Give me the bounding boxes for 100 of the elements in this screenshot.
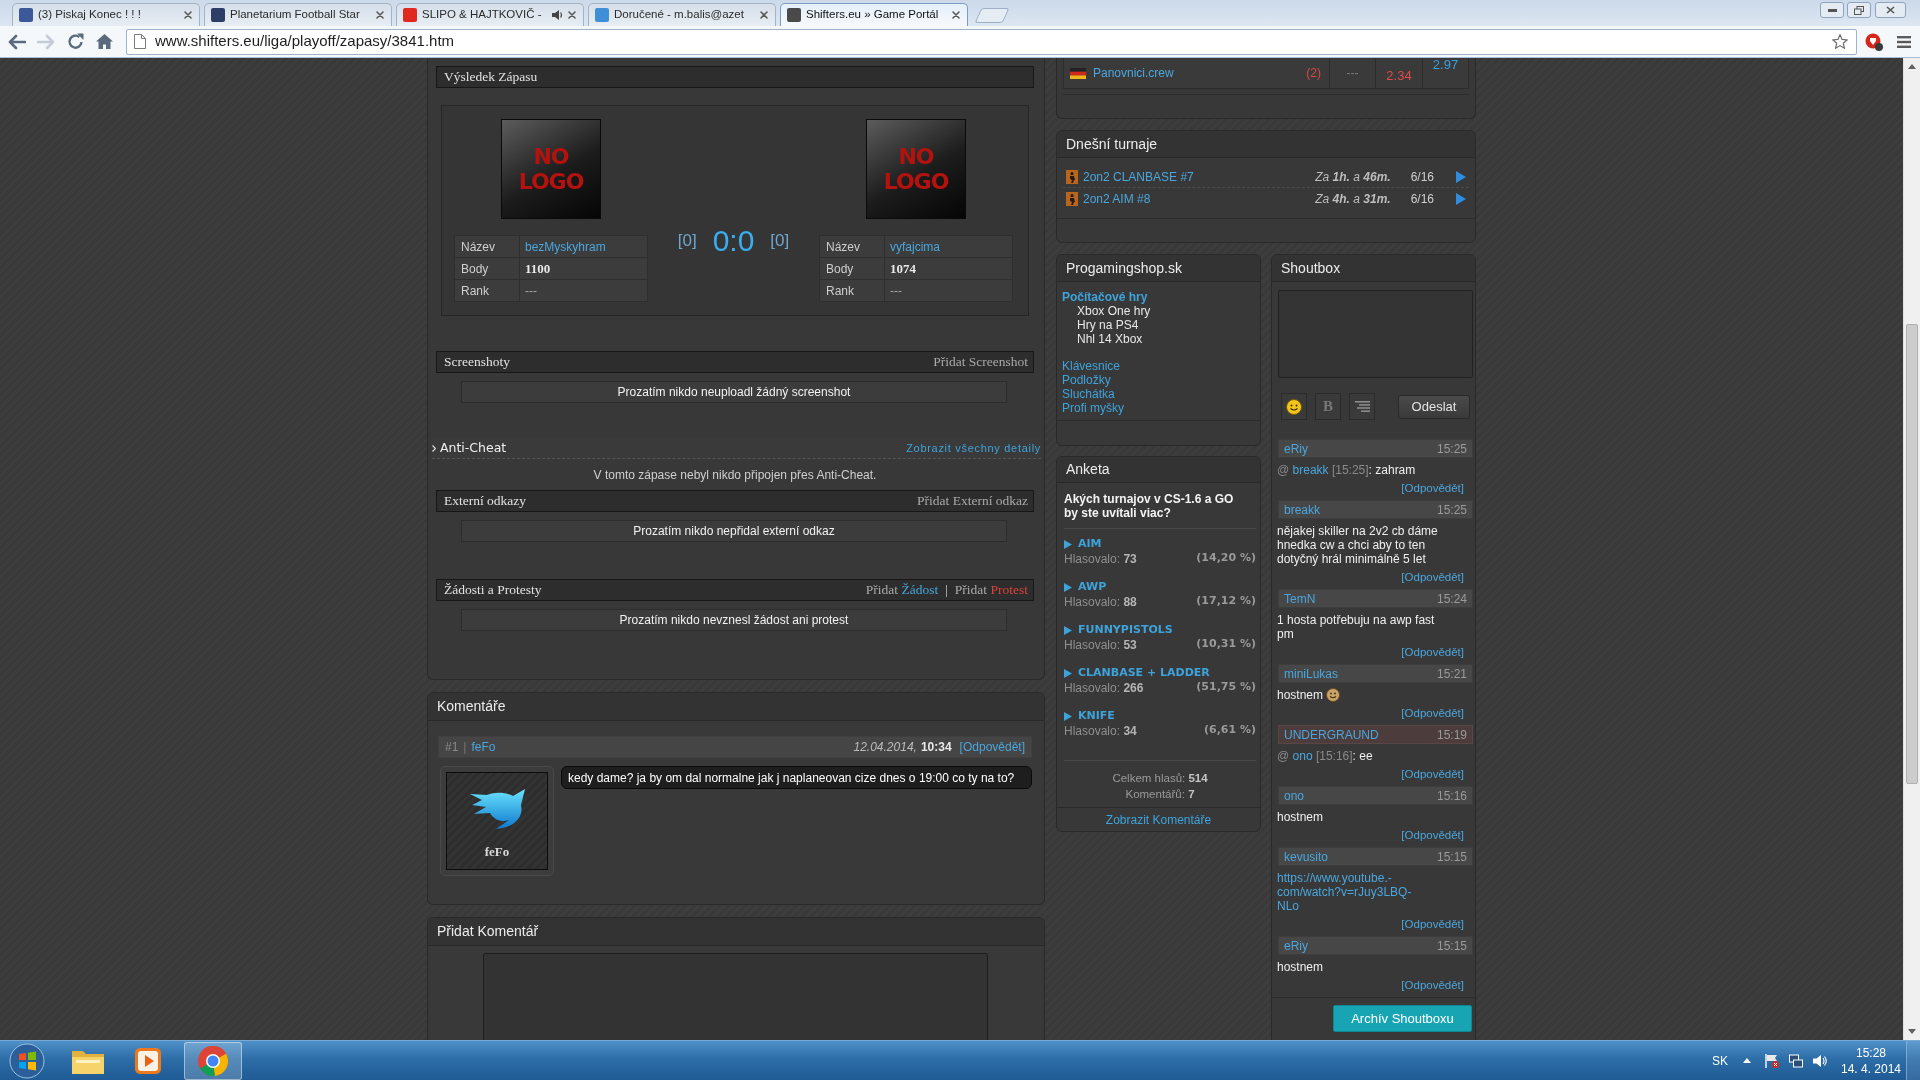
close-button[interactable] [1875, 2, 1906, 18]
arrow-up-icon[interactable] [1743, 1058, 1751, 1063]
tricolor-circle-icon [198, 1045, 228, 1076]
reply-link[interactable]: [Odpovědět] [1401, 917, 1464, 931]
play-icon[interactable] [1456, 193, 1466, 205]
comments-link[interactable]: Zobrazit Komentáře [1105, 810, 1212, 829]
username-link[interactable]: miniLukas [1284, 664, 1339, 683]
scrollbar-thumb[interactable] [1906, 324, 1918, 784]
username-link[interactable]: breakk [1284, 500, 1321, 519]
reply-link[interactable]: [Odpovědět] [1401, 978, 1464, 992]
soldier-icon [1066, 169, 1078, 184]
poll-option-link[interactable]: CLANBASE + LADDER [1078, 666, 1210, 680]
url-link[interactable]: https://www.youtube.-com/watch?v=rJuy3LBQ-NLo [1277, 871, 1423, 913]
bold-button[interactable]: B [1315, 393, 1341, 420]
close-icon[interactable] [184, 11, 192, 19]
reply-link[interactable]: [Odpovědět] [1401, 828, 1464, 842]
add-link[interactable]: Přidat Protest [954, 579, 1028, 601]
page-icon [134, 34, 146, 49]
category-link[interactable]: Profi myšky [1062, 401, 1124, 415]
network-icon[interactable] [1789, 1053, 1803, 1068]
start-orb-icon[interactable] [9, 1042, 45, 1079]
play-icon[interactable] [1456, 170, 1466, 183]
reply-link[interactable]: [Odpovědět] [1401, 706, 1464, 720]
star-icon[interactable] [1832, 34, 1848, 49]
category-link[interactable]: Počítačové hry [1062, 290, 1148, 304]
language-indicator[interactable]: SK [1712, 1051, 1728, 1070]
field-label: Název [460, 238, 496, 256]
field-label: Body [460, 260, 490, 278]
category-link[interactable]: Sluchátka [1062, 387, 1115, 401]
minimize-button[interactable] [1820, 2, 1844, 18]
username-link[interactable]: kevusito [1284, 847, 1329, 866]
extension-badge-icon[interactable] [1865, 32, 1883, 51]
browser-tab[interactable]: Doručené - m.balis@azet [588, 3, 776, 26]
author-link[interactable]: feFo [471, 738, 496, 756]
poll-option-link[interactable]: AIM [1078, 537, 1102, 551]
emoji-button[interactable] [1281, 393, 1307, 420]
smiley-icon [1285, 398, 1303, 415]
mention-link[interactable]: ono [1292, 749, 1313, 763]
close-icon[interactable] [760, 11, 768, 19]
back-icon[interactable] [8, 33, 26, 50]
reply-link[interactable]: [Odpovědět] [1401, 645, 1464, 659]
taskbar-button[interactable] [184, 1041, 242, 1080]
points-value: 1100 [525, 259, 551, 278]
reply-link[interactable]: [Odpovědět] [1401, 767, 1464, 781]
team-link[interactable]: vyfajcima [890, 237, 940, 256]
details-link[interactable]: Zobrazit všechny detaily [906, 439, 1041, 457]
avatar-name: feFo [484, 843, 510, 861]
browser-tab[interactable]: SLIPO & HAJTKOVIČ - [396, 3, 584, 26]
add-link[interactable]: Přidat Žádost [865, 579, 939, 601]
close-icon[interactable] [952, 11, 960, 19]
username-link[interactable]: ono [1284, 786, 1305, 805]
menu-icon[interactable] [1897, 35, 1911, 48]
align-button[interactable] [1349, 393, 1375, 420]
tournament-link[interactable]: 2on2 AIM #8 [1083, 190, 1151, 208]
browser-tab[interactable]: Planetarium Football Star [204, 3, 392, 26]
archive-button[interactable]: Archív Shoutboxu [1333, 1005, 1472, 1032]
username-link[interactable]: eRiy [1284, 936, 1308, 955]
restore-button[interactable] [1847, 2, 1871, 18]
address-field[interactable]: www.shifters.eu/liga/playoff/zapasy/3841.htm [126, 28, 1857, 55]
subcategory-link[interactable]: Xbox One hry [1077, 304, 1151, 318]
subcategory-link[interactable]: Nhl 14 Xbox [1077, 332, 1143, 346]
vote-count: Hlasovalo: 266 [1064, 679, 1144, 697]
section-title: Anti-Cheat [440, 438, 507, 457]
reply-link[interactable]: [Odpovědět] [1401, 481, 1464, 495]
slot-count: 6/16 [1410, 191, 1434, 208]
poll-option-link[interactable]: KNIFE [1078, 709, 1115, 723]
category-link[interactable]: Podložky [1062, 373, 1111, 387]
reply-link[interactable]: [Odpovědět] [959, 738, 1025, 756]
clock-time[interactable]: 15:28 [1856, 1044, 1886, 1061]
speaker-icon[interactable] [1813, 1053, 1827, 1068]
reply-link[interactable]: [Odpovědět] [1401, 570, 1464, 584]
shout-text: nějakej skiller na 2v2 cb dáme hnedka cw a chci aby to ten dotyčný hrál minimálně 5 let [1277, 524, 1438, 566]
scrollbar[interactable] [1903, 58, 1920, 1040]
close-icon[interactable] [568, 11, 576, 19]
scroll-up-icon[interactable] [1908, 64, 1916, 69]
reload-icon[interactable] [67, 33, 84, 50]
clock-date[interactable]: 14. 4. 2014 [1840, 1060, 1902, 1077]
speaker-icon[interactable] [552, 10, 563, 20]
add-link[interactable]: Přidat Screenshot [933, 351, 1028, 373]
home-icon[interactable] [96, 34, 113, 49]
send-button[interactable]: Odeslat [1398, 394, 1470, 419]
tournament-link[interactable]: 2on2 CLANBASE #7 [1083, 167, 1194, 186]
mention-link[interactable]: breakk [1292, 463, 1329, 477]
username-link[interactable]: TemN [1284, 589, 1316, 608]
username-link[interactable]: eRiy [1284, 439, 1308, 458]
subcategory-link[interactable]: Hry na PS4 [1077, 318, 1139, 332]
add-link[interactable]: Přidat Externí odkaz [917, 490, 1028, 512]
browser-tab[interactable]: Shifters.eu » Game Portál [780, 3, 968, 26]
username-link[interactable]: UNDERGRAUND [1284, 725, 1379, 744]
browser-tab[interactable]: (3) Piskaj Konec ! ! ! [12, 3, 200, 26]
team-link[interactable]: bezMyskyhram [525, 237, 606, 256]
scroll-down-icon[interactable] [1908, 1029, 1916, 1034]
points-value: 1074 [890, 259, 916, 278]
vote-count: Hlasovalo: 34 [1064, 722, 1137, 740]
category-link[interactable]: Klávesnice [1062, 359, 1121, 373]
poll-option-link[interactable]: FUNNYPISTOLS [1078, 623, 1173, 637]
team-link[interactable]: Panovnici.crew [1093, 64, 1174, 82]
flag-icon[interactable] [1765, 1053, 1779, 1068]
close-icon[interactable] [376, 11, 384, 19]
poll-option-link[interactable]: AWP [1078, 580, 1107, 594]
